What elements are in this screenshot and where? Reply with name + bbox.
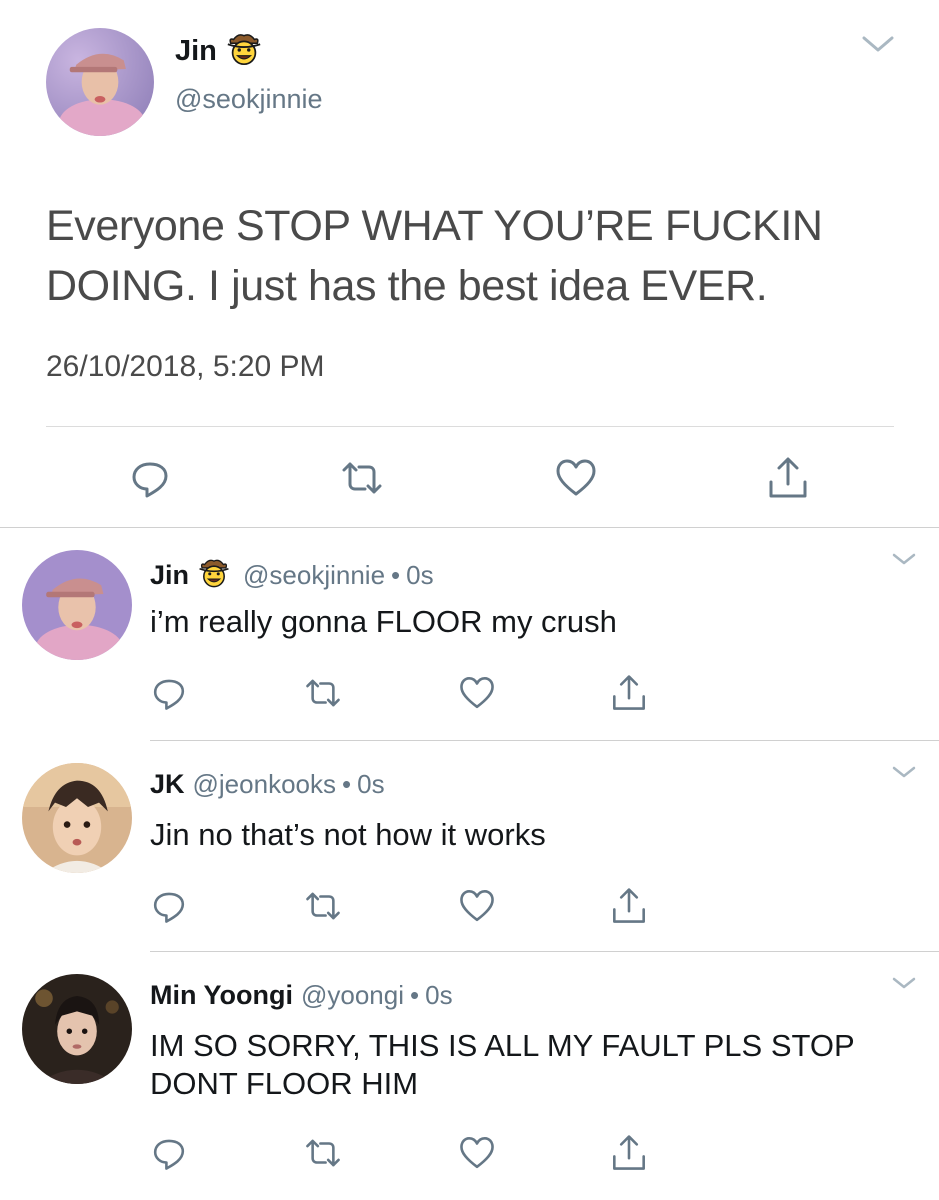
author-name[interactable]: Jin <box>150 560 189 591</box>
action-bar <box>0 887 939 931</box>
reply-icon[interactable] <box>150 674 188 712</box>
reply-text: i’m really gonna FLOOR my crush <box>150 604 617 639</box>
retweet-icon[interactable] <box>304 1134 342 1172</box>
reply-icon[interactable] <box>150 887 188 925</box>
divider <box>46 426 894 427</box>
avatar[interactable] <box>46 28 154 136</box>
tweet-timestamp[interactable]: 26/10/2018, 5:20 PM <box>46 350 325 384</box>
reply-header: Min Yoongi @yoongi • 0s <box>150 980 453 1011</box>
cowboy-hat-face-icon <box>225 30 263 73</box>
action-bar <box>0 674 939 718</box>
tweet-text: Everyone STOP WHAT YOU’RE FUCKIN DOING. … <box>46 202 823 310</box>
action-bar <box>0 1134 939 1178</box>
chevron-down-icon[interactable] <box>891 763 917 781</box>
author-handle[interactable]: @seokjinnie <box>243 560 385 591</box>
reply-icon[interactable] <box>150 1134 188 1172</box>
chevron-down-icon[interactable] <box>891 550 917 568</box>
avatar-jin-image <box>22 550 132 660</box>
like-icon[interactable] <box>554 456 598 500</box>
chevron-down-icon[interactable] <box>891 974 917 992</box>
author-name-row: Jin <box>175 30 263 73</box>
share-icon[interactable] <box>610 674 648 712</box>
avatar-jk-image <box>22 763 132 873</box>
avatar[interactable] <box>22 763 132 873</box>
reply-header: Jin @seokjinnie • 0s <box>150 556 434 595</box>
reply-icon[interactable] <box>128 456 172 500</box>
author-handle[interactable]: @yoongi <box>301 980 404 1011</box>
reply-time[interactable]: 0s <box>357 769 384 800</box>
action-bar <box>0 450 939 506</box>
chevron-down-icon[interactable] <box>861 32 895 56</box>
reply-text: Jin no that’s not how it works <box>150 817 546 852</box>
author-name[interactable]: Min Yoongi <box>150 980 293 1011</box>
avatar[interactable] <box>22 974 132 1084</box>
avatar-yoongi-image <box>22 974 132 1084</box>
share-icon[interactable] <box>610 887 648 925</box>
separator-dot: • <box>342 769 352 799</box>
reply-tweet[interactable]: Jin @seokjinnie • 0s i’m really gonna FL… <box>0 528 939 740</box>
reply-tweet[interactable]: Min Yoongi @yoongi • 0s IM SO SORRY, THI… <box>0 952 939 1200</box>
tweet-thread-screen: Jin @seokjinnie Everyone STOP WHAT YOU’R… <box>0 0 939 1200</box>
cowboy-hat-face-icon <box>197 556 231 595</box>
like-icon[interactable] <box>458 674 496 712</box>
share-icon[interactable] <box>766 456 810 500</box>
reply-time[interactable]: 0s <box>425 980 452 1011</box>
author-name[interactable]: JK <box>150 769 185 800</box>
retweet-icon[interactable] <box>340 456 384 500</box>
share-icon[interactable] <box>610 1134 648 1172</box>
author-name[interactable]: Jin <box>175 35 217 68</box>
avatar[interactable] <box>22 550 132 660</box>
reply-header: JK @jeonkooks • 0s <box>150 769 385 800</box>
reply-text: IM SO SORRY, THIS IS ALL MY FAULT PLS ST… <box>150 1028 855 1101</box>
reply-time[interactable]: 0s <box>406 560 433 591</box>
retweet-icon[interactable] <box>304 887 342 925</box>
separator-dot: • <box>391 560 401 590</box>
author-handle[interactable]: @jeonkooks <box>193 769 336 800</box>
avatar-jin-image <box>46 28 154 136</box>
like-icon[interactable] <box>458 887 496 925</box>
author-handle[interactable]: @seokjinnie <box>175 84 323 115</box>
separator-dot: • <box>410 980 420 1010</box>
retweet-icon[interactable] <box>304 674 342 712</box>
main-tweet: Jin @seokjinnie Everyone STOP WHAT YOU’R… <box>0 0 939 527</box>
like-icon[interactable] <box>458 1134 496 1172</box>
reply-tweet[interactable]: JK @jeonkooks • 0s Jin no that’s not how… <box>0 741 939 951</box>
